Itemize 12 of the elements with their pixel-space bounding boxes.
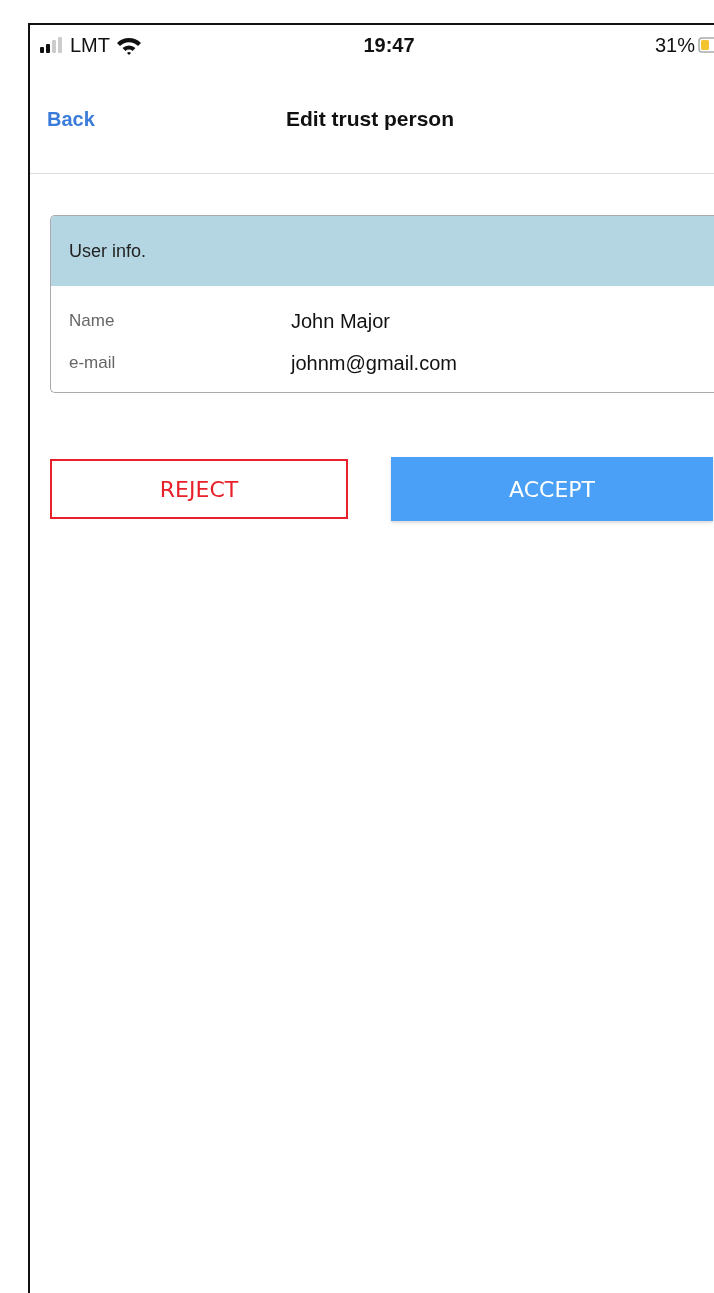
- field-label: Name: [69, 311, 116, 331]
- accept-button[interactable]: ACCEPT: [391, 457, 713, 521]
- field-value: John Major: [291, 309, 391, 333]
- battery-percent: 31%: [654, 33, 695, 57]
- carrier-name: LMT: [70, 33, 110, 57]
- field-value: johnm@gmail.com: [291, 351, 458, 375]
- field-label: e-mail: [69, 353, 117, 373]
- card-header: User info.: [51, 216, 714, 286]
- back-button[interactable]: Back: [47, 108, 95, 131]
- reject-button[interactable]: REJECT: [50, 459, 348, 519]
- page-title: Edit trust person: [286, 107, 454, 131]
- clock-time: 19:47: [363, 33, 415, 57]
